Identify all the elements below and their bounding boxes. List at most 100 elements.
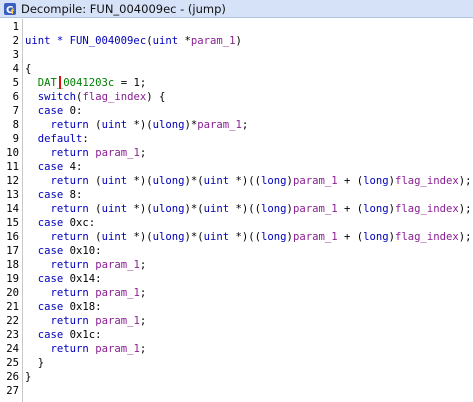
code-line[interactable]: 24 return param_1; [0, 342, 473, 356]
code-line[interactable]: 5 DAT_0041203c = 1; [0, 76, 473, 90]
text-cursor [59, 76, 61, 89]
code-line[interactable]: 7 case 0: [0, 104, 473, 118]
line-number: 2 [12, 35, 19, 47]
token: : [82, 133, 89, 145]
token: ); [458, 203, 472, 215]
token-var: param_1 [292, 231, 338, 243]
token: + ( [337, 175, 364, 187]
token-kw: case [37, 329, 64, 341]
token: ; [241, 119, 249, 131]
line-number: 21 [6, 301, 19, 313]
token-var: param_1 [95, 147, 140, 159]
token-ty: uint [203, 175, 230, 187]
token: *)( [127, 119, 153, 131]
token-kw: return [50, 231, 89, 243]
code-line[interactable]: 27 [0, 384, 473, 398]
line-code: { [25, 62, 31, 76]
line-code: return param_1; [25, 146, 147, 160]
token: 0x1c: [63, 329, 102, 341]
code-line[interactable]: 2 uint * FUN_004009ec(uint *param_1) [0, 34, 473, 48]
code-line[interactable]: 4{ [0, 62, 473, 76]
code-line[interactable]: 3 [0, 48, 473, 62]
line-number: 27 [6, 385, 19, 397]
token-ty: uint [101, 231, 128, 243]
token: + ( [337, 231, 364, 243]
code-line[interactable]: 17 case 0x10: [0, 244, 473, 258]
code-line[interactable]: 11 case 4: [0, 160, 473, 174]
code-line[interactable]: 6 switch(flag_index) { [0, 90, 473, 104]
token-kw: case [37, 161, 64, 173]
line-number: 16 [6, 231, 19, 243]
token: 8: [63, 189, 83, 201]
line-number: 18 [6, 259, 19, 271]
code-line[interactable]: 21 case 0x18: [0, 300, 473, 314]
code-line[interactable]: 23 case 0x1c: [0, 328, 473, 342]
line-number: 11 [6, 161, 19, 173]
token: )*( [184, 175, 204, 187]
token-kw: return [50, 343, 89, 355]
token-var: param_1 [197, 119, 242, 131]
line-code: case 4: [25, 160, 83, 174]
token: 0x18: [63, 301, 102, 313]
token-var: flag_index [395, 175, 459, 187]
line-code: case 8: [25, 188, 83, 202]
code-line[interactable]: 16 return (uint *)(ulong)*(uint *)((long… [0, 230, 473, 244]
token: ( [88, 231, 102, 243]
line-number: 8 [12, 119, 19, 131]
token-ty: long [261, 175, 287, 187]
token-kw: return [50, 119, 89, 131]
token-var: param_1 [292, 175, 338, 187]
code-line[interactable]: 15 case 0xc: [0, 216, 473, 230]
code-line[interactable]: 25 } [0, 356, 473, 370]
panel-title: Decompile: FUN_004009ec - (jump) [21, 1, 226, 16]
token: ; [139, 259, 147, 271]
panel-titlebar[interactable]: C f Decompile: FUN_004009ec - (jump) [0, 0, 473, 18]
line-code: case 0x10: [25, 244, 102, 258]
code-line[interactable]: 18 return param_1; [0, 258, 473, 272]
line-number: 25 [6, 357, 19, 369]
code-line[interactable]: 9 default: [0, 132, 473, 146]
line-number: 1 [12, 21, 19, 33]
code-view[interactable]: 1 2 uint * FUN_004009ec(uint *param_1) 3 4{5… [0, 19, 473, 402]
code-line[interactable]: 19 case 0x14: [0, 272, 473, 286]
token-ty: long [363, 175, 389, 187]
token: ); [458, 175, 472, 187]
token-ty: ulong [152, 231, 185, 243]
line-code: } [25, 370, 31, 384]
line-number: 17 [6, 245, 19, 257]
token-kw: return [50, 259, 89, 271]
token-kw: case [37, 189, 64, 201]
code-line[interactable]: 8 return (uint *)(ulong)*param_1; [0, 118, 473, 132]
code-line[interactable]: 12 return (uint *)(ulong)*(uint *)((long… [0, 174, 473, 188]
line-code: case 0xc: [25, 216, 95, 230]
line-number: 3 [12, 49, 19, 61]
line-number: 15 [6, 217, 19, 229]
code-line[interactable]: 26} [0, 370, 473, 384]
token: ) { [146, 91, 166, 103]
code-line[interactable]: 22 return param_1; [0, 314, 473, 328]
code-line[interactable]: 20 return param_1; [0, 286, 473, 300]
code-line[interactable]: 1 [0, 20, 473, 34]
line-number: 23 [6, 329, 19, 341]
token-ty: uint [101, 119, 128, 131]
line-number: 4 [12, 63, 19, 75]
line-number: 9 [12, 133, 19, 145]
token-ty: uint [101, 203, 128, 215]
token: ( [88, 175, 102, 187]
code-line[interactable]: 14 return (uint *)(ulong)*(uint *)((long… [0, 202, 473, 216]
code-line[interactable]: 13 case 8: [0, 188, 473, 202]
token-ty: long [363, 231, 389, 243]
token: *)(( [229, 175, 262, 187]
code-line[interactable]: 10 return param_1; [0, 146, 473, 160]
